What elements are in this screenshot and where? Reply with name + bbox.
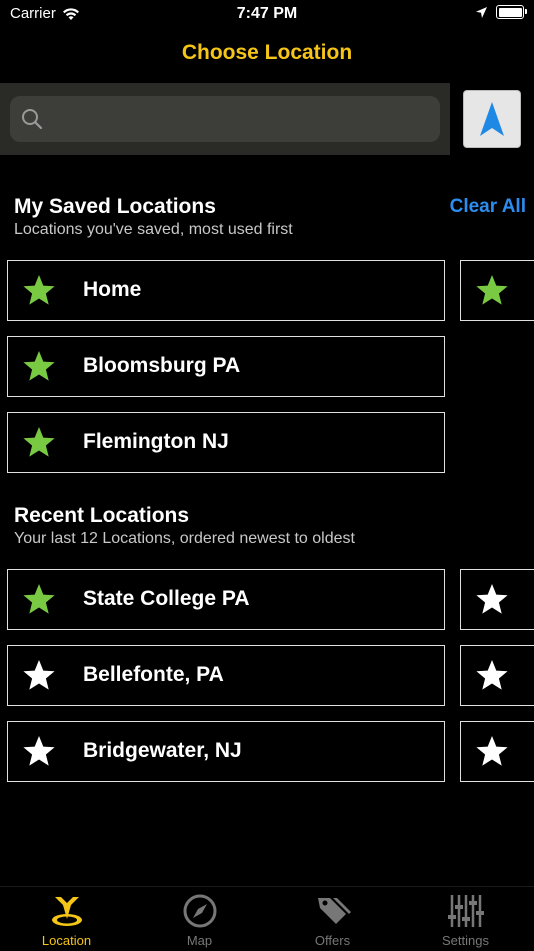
battery-icon xyxy=(496,5,527,19)
search-icon xyxy=(22,109,43,130)
star-filled-icon[interactable] xyxy=(22,350,56,384)
star-outline-icon xyxy=(476,660,508,690)
location-label: Bloomsburg PA xyxy=(83,354,241,377)
star-outline-icon xyxy=(476,584,508,614)
saved-locations-title: My Saved Locations xyxy=(14,195,216,218)
recent-location-favorite-toggle[interactable] xyxy=(460,721,534,782)
tab-label: Location xyxy=(41,933,92,948)
sliders-icon xyxy=(447,895,484,927)
location-label: Home xyxy=(83,278,142,301)
location-arrow-icon xyxy=(476,6,487,18)
star-filled-icon[interactable] xyxy=(22,426,56,460)
location-pin-icon xyxy=(51,897,82,926)
status-right xyxy=(475,5,527,19)
location-label: Bridgewater, NJ xyxy=(83,739,242,762)
star-outline-icon xyxy=(476,736,508,766)
saved-location-row[interactable]: Flemington NJ xyxy=(7,412,445,473)
navigation-arrow-icon xyxy=(480,102,504,136)
saved-location-row[interactable]: Bloomsburg PA xyxy=(7,336,445,397)
status-bar: Carrier 7:47 PM xyxy=(0,0,534,30)
location-label: Bellefonte, PA xyxy=(83,663,224,686)
tab-settings[interactable]: Settings xyxy=(399,887,532,951)
tags-icon xyxy=(317,898,351,924)
saved-locations-subtitle: Locations you've saved, most used first xyxy=(14,221,293,238)
compass-icon xyxy=(183,894,216,928)
recent-location-favorite-toggle[interactable] xyxy=(460,645,534,706)
search-input[interactable] xyxy=(54,96,438,144)
tab-offers[interactable]: Offers xyxy=(266,887,399,951)
recent-locations-subtitle: Your last 12 Locations, ordered newest t… xyxy=(14,530,355,547)
status-time: 7:47 PM xyxy=(236,5,298,22)
star-filled-icon[interactable] xyxy=(22,583,56,617)
tab-label: Settings xyxy=(442,933,489,948)
star-filled-icon[interactable] xyxy=(22,274,56,308)
page-title: Choose Location xyxy=(181,41,353,64)
star-filled-icon xyxy=(476,275,508,305)
search-field[interactable] xyxy=(10,96,440,144)
tab-label: Map xyxy=(186,933,213,948)
current-location-button[interactable] xyxy=(463,90,521,148)
saved-location-row[interactable]: Home xyxy=(7,260,445,321)
clear-all-button[interactable]: Clear All xyxy=(450,196,526,218)
star-outline-icon[interactable] xyxy=(22,659,56,693)
tab-map[interactable]: Map xyxy=(133,887,266,951)
location-label: State College PA xyxy=(83,587,250,610)
star-outline-icon[interactable] xyxy=(22,735,56,769)
recent-location-favorite-toggle[interactable] xyxy=(460,569,534,630)
saved-location-favorite-toggle[interactable] xyxy=(460,260,534,321)
tab-location[interactable]: Location xyxy=(0,887,133,951)
recent-location-row[interactable]: Bellefonte, PA xyxy=(7,645,445,706)
recent-location-row[interactable]: Bridgewater, NJ xyxy=(7,721,445,782)
recent-locations-title: Recent Locations xyxy=(14,504,190,527)
tab-label: Offers xyxy=(314,933,351,948)
tab-bar: Location Map Offers Settings xyxy=(0,886,534,951)
recent-location-row[interactable]: State College PA xyxy=(7,569,445,630)
location-label: Flemington NJ xyxy=(83,430,229,453)
